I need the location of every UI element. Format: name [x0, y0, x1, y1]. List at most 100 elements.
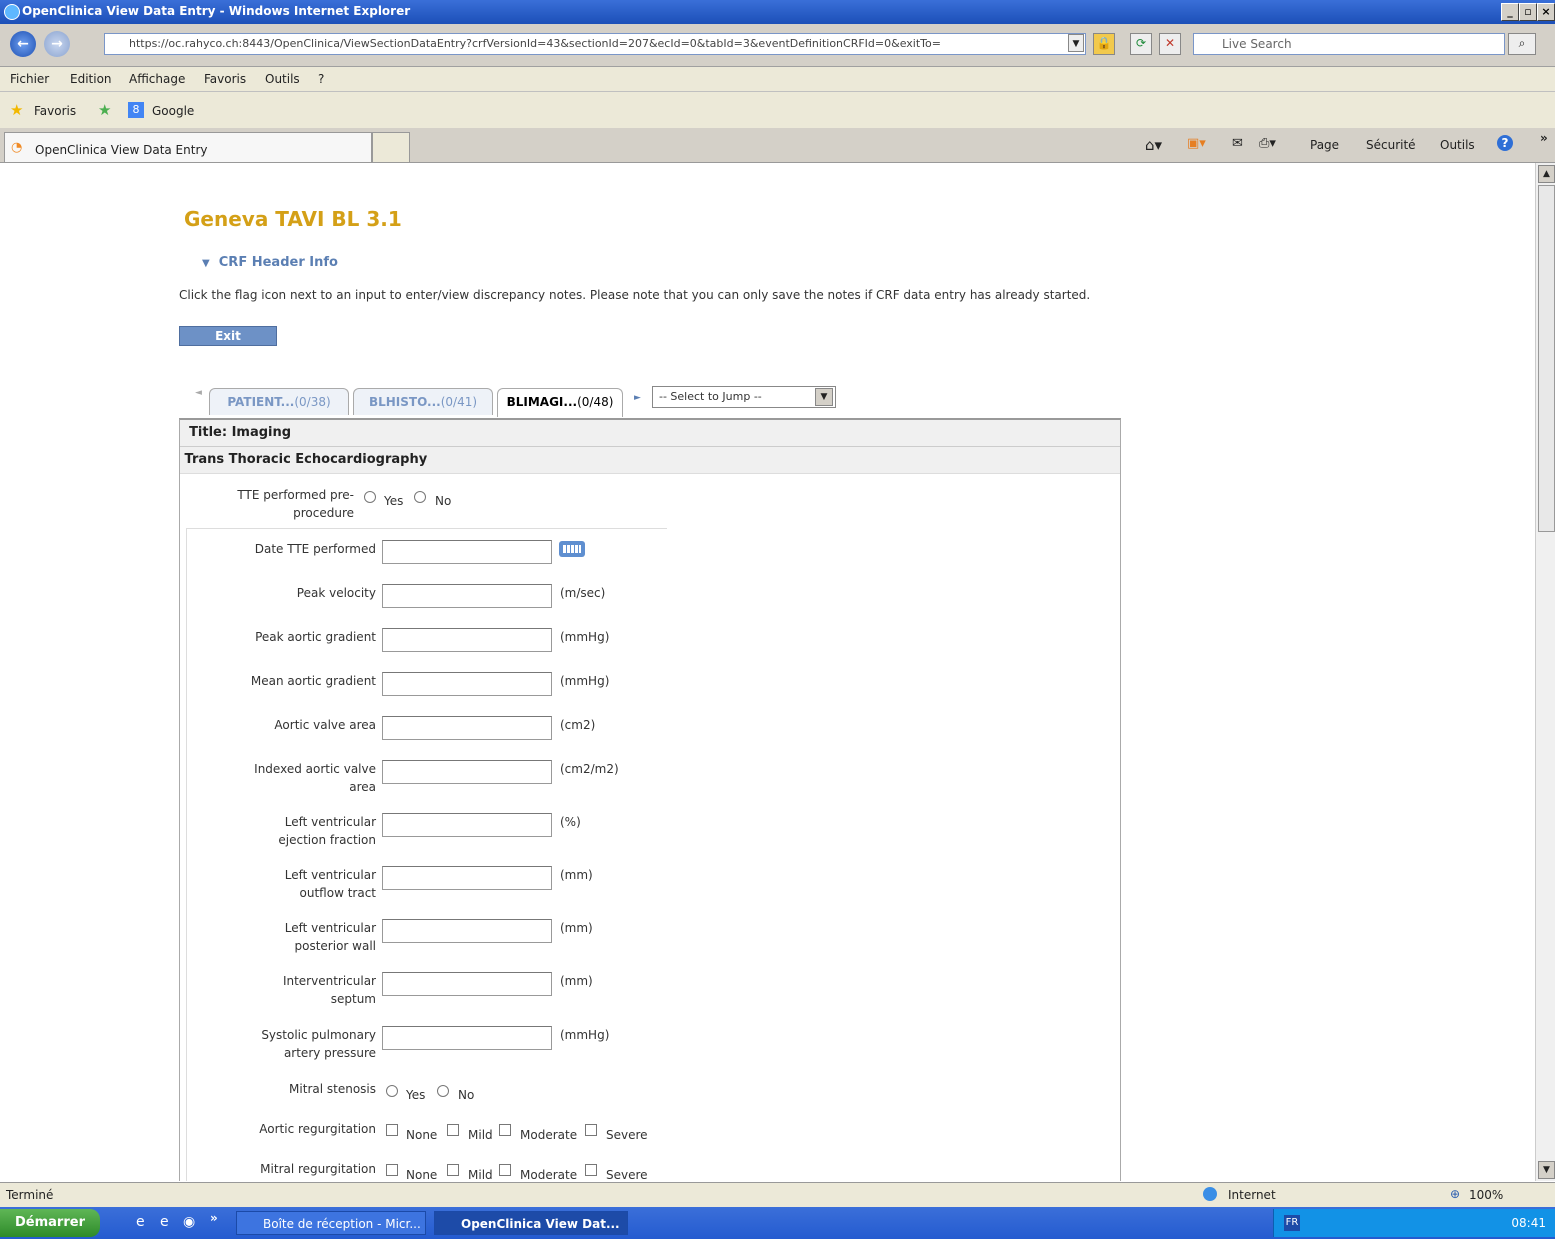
security-menu[interactable]: Sécurité [1366, 138, 1416, 152]
status-bar: Terminé Internet ⊕ 100% [0, 1182, 1555, 1207]
add-favorite-icon[interactable]: ★ [98, 101, 111, 119]
quicklaunch-ie-icon[interactable]: e [136, 1214, 145, 1230]
lock-icon[interactable]: 🔒 [1093, 33, 1115, 55]
mr-moderate-label: Moderate [520, 1168, 578, 1181]
tab-blimagi-label: BLIMAGI... [506, 395, 578, 409]
tte-no-label: No [435, 494, 452, 508]
close-button[interactable]: × [1537, 3, 1555, 21]
windows-taskbar: Démarrer e e ◉ » Boîte de réception - Mi… [0, 1207, 1555, 1239]
tab-patient[interactable]: PATIENT...(0/38) [209, 388, 349, 415]
tools-menu[interactable]: Outils [1440, 138, 1475, 152]
zoom-level[interactable]: 100% [1469, 1188, 1503, 1202]
mr-moderate-checkbox[interactable] [499, 1164, 511, 1176]
tab-title: OpenClinica View Data Entry [35, 143, 208, 157]
menu-help[interactable]: ? [318, 72, 324, 86]
scroll-up-icon[interactable]: ▲ [1538, 165, 1555, 183]
mean-aortic-gradient-input[interactable] [382, 672, 552, 696]
mr-mild-checkbox[interactable] [447, 1164, 459, 1176]
mitral-stenosis-no-radio[interactable] [437, 1085, 449, 1097]
tte-yes-radio[interactable] [364, 491, 376, 503]
stop-icon[interactable]: ✕ [1159, 33, 1181, 55]
mr-none-label: None [406, 1168, 438, 1181]
ivs-input[interactable] [382, 972, 552, 996]
task-openclinica[interactable]: OpenClinica View Dat... [434, 1211, 628, 1235]
forward-button[interactable]: → [44, 31, 70, 57]
back-button[interactable]: ← [10, 31, 36, 57]
quicklaunch-ie2-icon[interactable]: e [160, 1214, 169, 1230]
ar-none-checkbox[interactable] [386, 1124, 398, 1136]
tte-no-radio[interactable] [414, 491, 426, 503]
tab-blhisto[interactable]: BLHISTO...(0/41) [353, 388, 493, 415]
calendar-icon[interactable] [559, 541, 585, 557]
ar-severe-label: Severe [606, 1128, 648, 1142]
menu-affichage[interactable]: Affichage [129, 72, 185, 86]
scroll-down-icon[interactable]: ▼ [1538, 1161, 1555, 1179]
maximize-button[interactable]: ▫ [1519, 3, 1537, 21]
lvef-input[interactable] [382, 813, 552, 837]
minimize-button[interactable]: _ [1501, 3, 1519, 21]
page-menu[interactable]: Page [1310, 138, 1339, 152]
tab-patient-count: (0/38) [294, 395, 331, 409]
exit-button[interactable]: Exit [179, 326, 277, 346]
field-label-indexed-aortic-valve-area: Indexed aortic valve area [254, 762, 376, 794]
help-icon[interactable]: ? [1497, 135, 1513, 151]
ar-mild-checkbox[interactable] [447, 1124, 459, 1136]
menu-favoris[interactable]: Favoris [204, 72, 246, 86]
indexed-aortic-valve-area-input[interactable] [382, 760, 552, 784]
field-label-aortic-valve-area: Aortic valve area [274, 718, 376, 732]
favorites-star-icon[interactable]: ★ [10, 101, 23, 119]
task-outlook[interactable]: Boîte de réception - Micr... [236, 1211, 426, 1235]
peak-aortic-gradient-input[interactable] [382, 628, 552, 652]
ar-severe-checkbox[interactable] [585, 1124, 597, 1136]
menu-edition[interactable]: Edition [70, 72, 112, 86]
refresh-icon[interactable]: ⟳ [1130, 33, 1152, 55]
unit-aortic-valve-area: (cm2) [560, 718, 596, 732]
favorites-label[interactable]: Favoris [34, 104, 76, 118]
date-tte-input[interactable] [382, 540, 552, 564]
menu-outils[interactable]: Outils [265, 72, 300, 86]
browser-tab-active[interactable]: ◔ OpenClinica View Data Entry [4, 132, 372, 162]
search-icon[interactable]: ⌕ [1508, 33, 1536, 55]
crf-header-info-toggle[interactable]: ▼ CRF Header Info [202, 255, 338, 270]
print-icon[interactable]: ⎙▾ [1259, 136, 1276, 151]
scroll-thumb[interactable] [1538, 185, 1555, 532]
quicklaunch-more-icon[interactable]: » [210, 1211, 218, 1225]
quicklaunch-chrome-icon[interactable]: ◉ [183, 1214, 195, 1230]
lvpw-input[interactable] [382, 919, 552, 943]
ar-moderate-checkbox[interactable] [499, 1124, 511, 1136]
peak-velocity-input[interactable] [382, 584, 552, 608]
address-input[interactable]: https://oc.rahyco.ch:8443/OpenClinica/Vi… [104, 33, 1086, 55]
feeds-icon[interactable]: ▣▾ [1187, 136, 1206, 151]
chevron-more-icon[interactable]: » [1540, 131, 1548, 145]
jump-select[interactable]: -- Select to Jump -- ▼ [652, 386, 836, 408]
tab-scroll-left-icon[interactable]: ◄ [195, 388, 202, 398]
tab-scroll-right-icon[interactable]: ► [634, 393, 641, 403]
tab-blimagi[interactable]: BLIMAGI...(0/48) [497, 388, 623, 417]
zone-label: Internet [1228, 1188, 1276, 1202]
mr-none-checkbox[interactable] [386, 1164, 398, 1176]
menu-fichier[interactable]: Fichier [10, 72, 49, 86]
mr-severe-checkbox[interactable] [585, 1164, 597, 1176]
ar-mild-label: Mild [468, 1128, 493, 1142]
aortic-valve-area-input[interactable] [382, 716, 552, 740]
lvot-input[interactable] [382, 866, 552, 890]
address-dropdown-icon[interactable]: ▼ [1068, 34, 1084, 52]
home-icon[interactable]: ⌂▾ [1145, 136, 1162, 154]
tab-blhisto-label: BLHISTO... [368, 395, 441, 409]
triangle-down-icon: ▼ [202, 258, 210, 269]
field-label-lvef: Left ventricular ejection fraction [278, 815, 376, 847]
search-input[interactable]: Live Search [1193, 33, 1505, 55]
section-header: Trans Thoracic Echocardiography [180, 447, 1120, 474]
language-indicator[interactable]: FR [1284, 1215, 1300, 1231]
chevron-down-icon: ▼ [815, 388, 833, 406]
field-label-date-tte: Date TTE performed [254, 542, 376, 556]
vertical-scrollbar[interactable]: ▲ ▼ [1535, 163, 1555, 1181]
zoom-icon[interactable]: ⊕ [1450, 1187, 1460, 1201]
spap-input[interactable] [382, 1026, 552, 1050]
start-button[interactable]: Démarrer [0, 1209, 100, 1237]
mitral-stenosis-yes-radio[interactable] [386, 1085, 398, 1097]
mail-icon[interactable]: ✉ [1232, 136, 1243, 151]
favorite-google[interactable]: Google [152, 104, 194, 118]
internet-zone-icon [1203, 1187, 1217, 1201]
new-tab-button[interactable] [372, 132, 410, 162]
